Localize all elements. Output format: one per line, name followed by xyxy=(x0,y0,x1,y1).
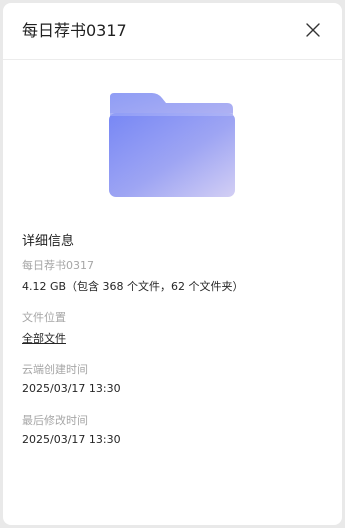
created-label: 云端创建时间 xyxy=(22,363,88,376)
close-icon[interactable] xyxy=(305,22,321,38)
dialog-header: 每日荐书0317 xyxy=(3,3,342,60)
created-value: 2025/03/17 13:30 xyxy=(22,382,121,395)
folder-icon xyxy=(108,91,236,197)
file-details-dialog: 每日荐书0317 详细信息 每日荐书0317 4.12 GB（包含 368 个文… xyxy=(3,3,342,525)
location-link[interactable]: 全部文件 xyxy=(22,330,66,346)
file-name-label: 每日荐书0317 xyxy=(22,259,94,272)
file-size-value: 4.12 GB（包含 368 个文件，62 个文件夹） xyxy=(22,280,244,293)
modified-label: 最后修改时间 xyxy=(22,414,88,427)
details-heading: 详细信息 xyxy=(22,234,75,249)
modified-value: 2025/03/17 13:30 xyxy=(22,433,121,446)
dialog-title: 每日荐书0317 xyxy=(22,21,127,40)
location-label: 文件位置 xyxy=(22,311,66,324)
